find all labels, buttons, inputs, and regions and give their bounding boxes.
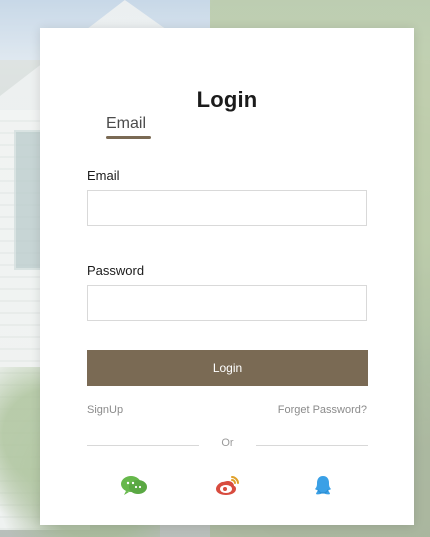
or-divider: Or <box>87 437 368 455</box>
login-title: Login <box>196 87 258 112</box>
login-card: Login Email Email Password Login SignUp … <box>40 28 414 525</box>
email-label: Email <box>87 168 120 183</box>
password-field[interactable] <box>87 285 367 321</box>
forgot-password-link[interactable]: Forget Password? <box>278 404 367 416</box>
weibo-icon[interactable] <box>212 473 242 497</box>
tab-email[interactable]: Email <box>106 115 160 133</box>
login-button[interactable]: Login <box>87 350 368 386</box>
email-field[interactable] <box>87 190 367 226</box>
password-label: Password <box>87 263 145 278</box>
or-divider-line-right <box>256 445 368 446</box>
or-text: Or <box>221 437 234 449</box>
signup-link[interactable]: SignUp <box>87 404 123 416</box>
tab-email-underline <box>106 136 151 139</box>
wechat-icon[interactable] <box>119 473 149 497</box>
qq-icon[interactable] <box>308 473 338 497</box>
